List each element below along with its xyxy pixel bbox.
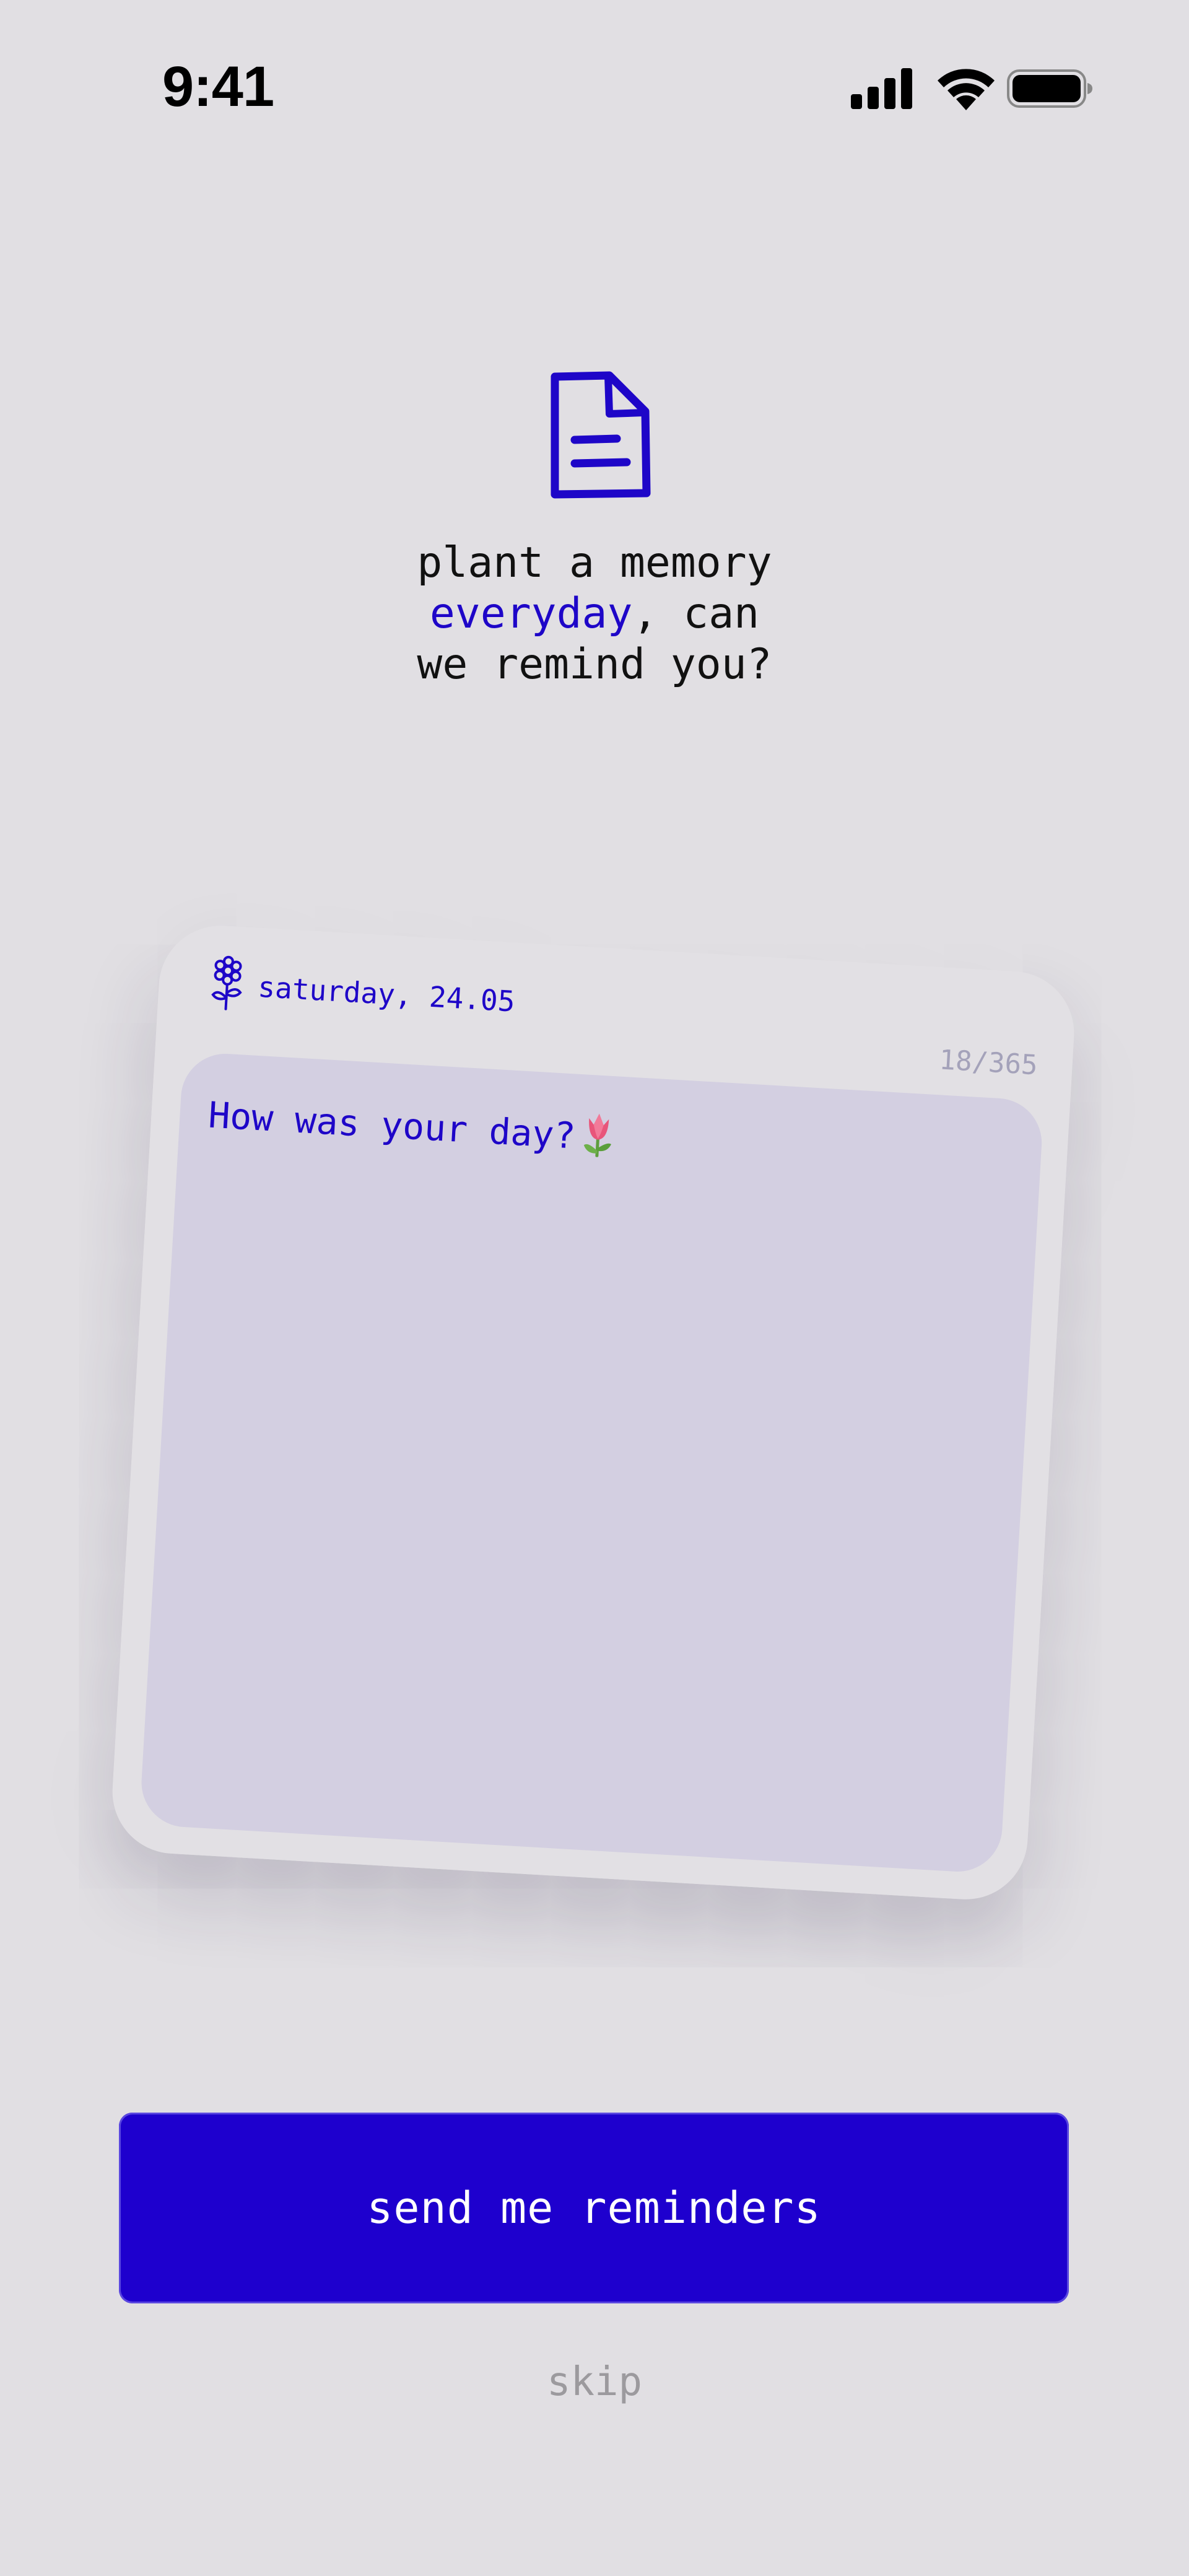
card-date: saturday, 24.05 <box>257 970 516 1019</box>
journal-prompt-text: How was your day? <box>207 1093 577 1157</box>
headline-line-1: plant a memory <box>417 538 772 587</box>
journal-card-preview: saturday, 24.05 18/365 How was your day? <box>109 922 1078 1903</box>
flower-icon <box>211 955 242 1010</box>
cellular-signal-icon <box>851 68 912 109</box>
headline-accent: everyday <box>429 589 633 638</box>
journal-prompt: How was your day? <box>207 1088 618 1160</box>
tulip-icon <box>583 1113 611 1158</box>
status-time: 9:41 <box>162 55 274 118</box>
journal-entry-area: How was your day? <box>139 1051 1045 1875</box>
battery-icon <box>1007 69 1092 108</box>
headline-line-2-rest: , can <box>632 589 760 638</box>
send-reminders-button[interactable]: send me reminders <box>119 2113 1069 2303</box>
headline-line-3: we remind you? <box>417 640 772 689</box>
entry-counter: 18/365 <box>938 1044 1039 1082</box>
skip-link[interactable]: skip <box>0 2359 1189 2405</box>
status-icons <box>851 64 1092 114</box>
status-bar: 9:41 <box>0 0 1189 173</box>
headline: plant a memory everyday, can we remind y… <box>0 538 1189 690</box>
headline-line-2: everyday, can <box>0 589 1189 639</box>
document-icon <box>551 371 651 499</box>
wifi-icon <box>938 69 995 110</box>
